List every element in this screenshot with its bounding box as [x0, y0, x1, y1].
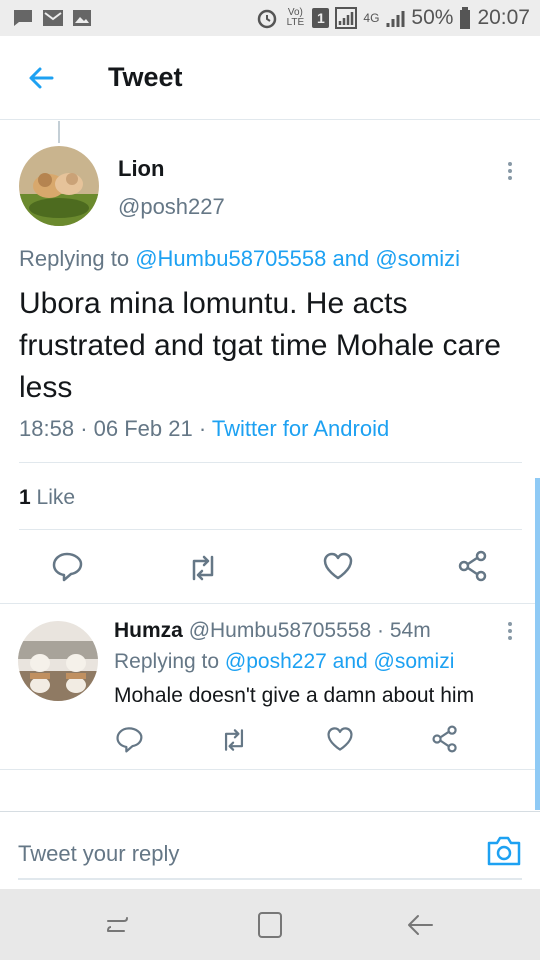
- retweet-icon: [224, 729, 244, 751]
- replying-prefix: Replying to: [19, 246, 130, 271]
- tweet-source-link[interactable]: Twitter for Android: [212, 416, 389, 441]
- header: Tweet: [0, 36, 540, 120]
- mention-link-somizi[interactable]: @somizi: [374, 650, 455, 673]
- divider: [0, 603, 535, 604]
- chat-icon: [14, 10, 32, 26]
- reply-avatar-image: [18, 621, 98, 701]
- like-count-label: Like: [36, 486, 76, 509]
- more-vertical-icon: [508, 622, 512, 640]
- home-icon: [258, 912, 282, 938]
- reply-share-button[interactable]: [430, 724, 460, 754]
- back-button[interactable]: [22, 60, 62, 96]
- reply-separator: ·: [377, 619, 384, 642]
- share-button[interactable]: [456, 549, 490, 583]
- reply-header: Humza @Humbu58705558 · 54m: [114, 619, 431, 643]
- tweet-date: 06 Feb 21: [93, 416, 193, 441]
- reply-retweet-button[interactable]: [219, 725, 249, 755]
- reply-author-name[interactable]: Humza: [114, 619, 183, 642]
- volte-label: Vo) LTE: [286, 7, 305, 28]
- signal-icon: [335, 7, 358, 29]
- avatar[interactable]: [19, 146, 99, 226]
- reply-replying-prefix: Replying to: [114, 650, 220, 673]
- mention-link-somizi[interactable]: @somizi: [375, 246, 460, 271]
- composer-underline: [18, 878, 522, 880]
- reply-like-button[interactable]: [325, 724, 355, 754]
- meta-separator: ·: [80, 416, 88, 441]
- back-nav-button[interactable]: [400, 909, 440, 941]
- thread-connector-line: [58, 121, 60, 143]
- heart-icon: [323, 552, 353, 580]
- heart-icon: [327, 727, 353, 751]
- reply-author-handle[interactable]: @Humbu58705558: [189, 619, 371, 642]
- author-handle[interactable]: @posh227: [118, 194, 225, 220]
- tweet-time: 18:58: [19, 416, 75, 441]
- author-name[interactable]: Lion: [118, 156, 164, 182]
- replying-to: Replying to @Humbu58705558 and @somizi: [19, 246, 460, 272]
- tweet-meta: 18:58 · 06 Feb 21 · Twitter for Android: [19, 416, 389, 442]
- clock: 20:07: [477, 6, 530, 29]
- battery-percent: 50%: [411, 6, 454, 29]
- reply-avatar[interactable]: [18, 621, 98, 701]
- status-indicators: Vo) LTE 1 4G 50% 20:07: [256, 0, 530, 36]
- navigation-bar: [0, 889, 540, 960]
- more-options-button[interactable]: [500, 160, 520, 182]
- retweet-icon: [192, 555, 214, 581]
- divider: [0, 769, 535, 770]
- reply-button[interactable]: [50, 549, 84, 583]
- page-title: Tweet: [108, 62, 183, 92]
- sim-badge: 1: [312, 8, 330, 28]
- share-icon: [432, 725, 457, 753]
- network-label: 4G: [363, 11, 380, 25]
- like-button[interactable]: [321, 549, 355, 583]
- share-icon: [458, 550, 487, 582]
- replying-and: and: [332, 246, 370, 271]
- retweet-button[interactable]: [186, 551, 220, 585]
- signal-bars-icon: [386, 11, 405, 27]
- back-nav-icon: [408, 915, 433, 935]
- divider: [19, 529, 522, 530]
- reply-replying-to: Replying to @posh227 and @somizi: [114, 650, 454, 674]
- meta-separator: ·: [198, 416, 207, 441]
- gmail-icon: [43, 10, 63, 26]
- camera-icon: [487, 836, 521, 866]
- home-button[interactable]: [250, 909, 290, 941]
- gallery-icon: [73, 10, 91, 26]
- alarm-icon: [258, 9, 277, 29]
- mention-link-posh[interactable]: @posh227: [225, 650, 327, 673]
- reply-icon: [52, 552, 83, 582]
- likes-count[interactable]: 1 Like: [19, 486, 75, 510]
- reply-icon: [116, 727, 143, 753]
- notification-icons: [0, 8, 92, 28]
- recent-apps-button[interactable]: [100, 909, 140, 941]
- recent-apps-icon: [107, 917, 128, 932]
- reply-composer: [0, 811, 540, 889]
- scrollbar[interactable]: [535, 478, 540, 810]
- reply-input[interactable]: [18, 837, 458, 871]
- divider: [19, 462, 522, 463]
- mention-link-humbu[interactable]: @Humbu58705558: [135, 246, 326, 271]
- camera-button[interactable]: [486, 834, 522, 868]
- reply-time: 54m: [389, 619, 431, 642]
- reply-replying-and: and: [332, 650, 368, 673]
- reply-reply-button[interactable]: [114, 724, 144, 754]
- avatar-image: [19, 146, 99, 226]
- like-count-number: 1: [19, 486, 31, 509]
- tweet-text: Ubora mina lomuntu. He acts frustrated a…: [19, 287, 501, 404]
- reply-text: Mohale doesn't give a damn about him: [114, 684, 475, 707]
- battery-icon: [460, 7, 471, 29]
- status-bar: Vo) LTE 1 4G 50% 20:07: [0, 0, 540, 36]
- reply-more-options-button[interactable]: [500, 620, 520, 642]
- more-vertical-icon: [508, 162, 512, 180]
- back-arrow-icon: [29, 67, 54, 89]
